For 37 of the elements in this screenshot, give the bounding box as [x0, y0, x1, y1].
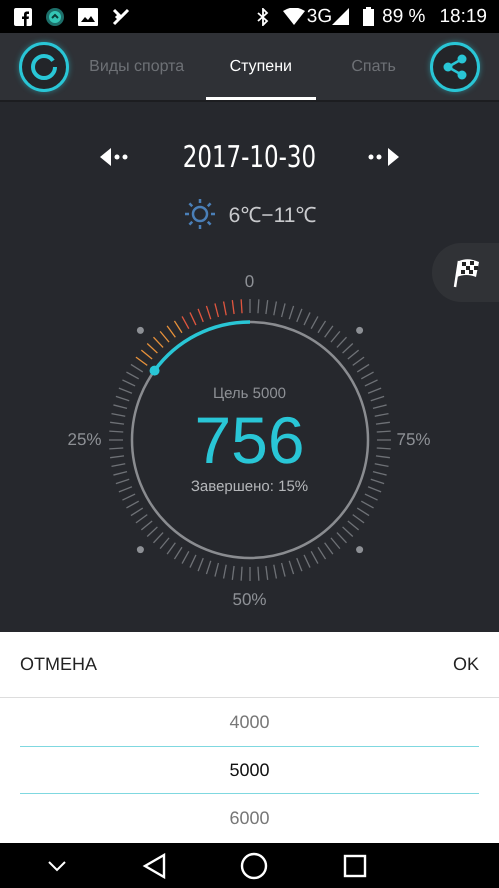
cancel-button[interactable]: ОТМЕНА [20, 654, 98, 675]
share-icon [442, 54, 468, 80]
temperature-range: 6℃−11℃ [228, 203, 316, 228]
clock: 18:19 [439, 6, 487, 28]
ring-icon [29, 52, 59, 82]
signal-icon [332, 8, 350, 25]
share-button[interactable] [430, 42, 480, 92]
dial-label: 25% [67, 430, 102, 450]
chevron-down-icon[interactable] [47, 860, 68, 872]
next-day-button[interactable] [367, 147, 400, 167]
checklist-icon [112, 8, 130, 26]
activity-ring-button[interactable] [19, 42, 69, 92]
battery-percentage: 89 % [382, 6, 426, 28]
completion-label: Завершено: 15% [190, 478, 308, 495]
dial-label: 75% [396, 430, 431, 450]
app-icon [46, 8, 64, 26]
goal-label: Цель 5000 [212, 385, 286, 402]
sun-icon [182, 197, 217, 231]
dial-label: 0 [244, 272, 254, 292]
facebook-icon [14, 8, 32, 26]
image-icon [78, 8, 98, 26]
network-type: 3G [306, 6, 332, 28]
recents-button[interactable] [343, 854, 368, 878]
back-button[interactable] [142, 852, 166, 878]
home-button[interactable] [240, 852, 268, 880]
bluetooth-icon [256, 8, 269, 26]
picker-option[interactable]: 6000 [20, 794, 479, 842]
picker-option[interactable]: 4000 [20, 698, 479, 746]
wifi-icon [282, 8, 305, 25]
battery-icon [363, 7, 374, 26]
goal-flag-button[interactable] [432, 243, 499, 302]
tab[interactable]: Ступени [204, 33, 318, 100]
dial-label: 50% [232, 590, 267, 610]
picker-option[interactable]: 5000 [20, 746, 479, 794]
step-count: 756 [194, 402, 305, 478]
date-label: 2017-10-30 [182, 140, 316, 174]
ok-button[interactable]: OK [452, 654, 479, 675]
